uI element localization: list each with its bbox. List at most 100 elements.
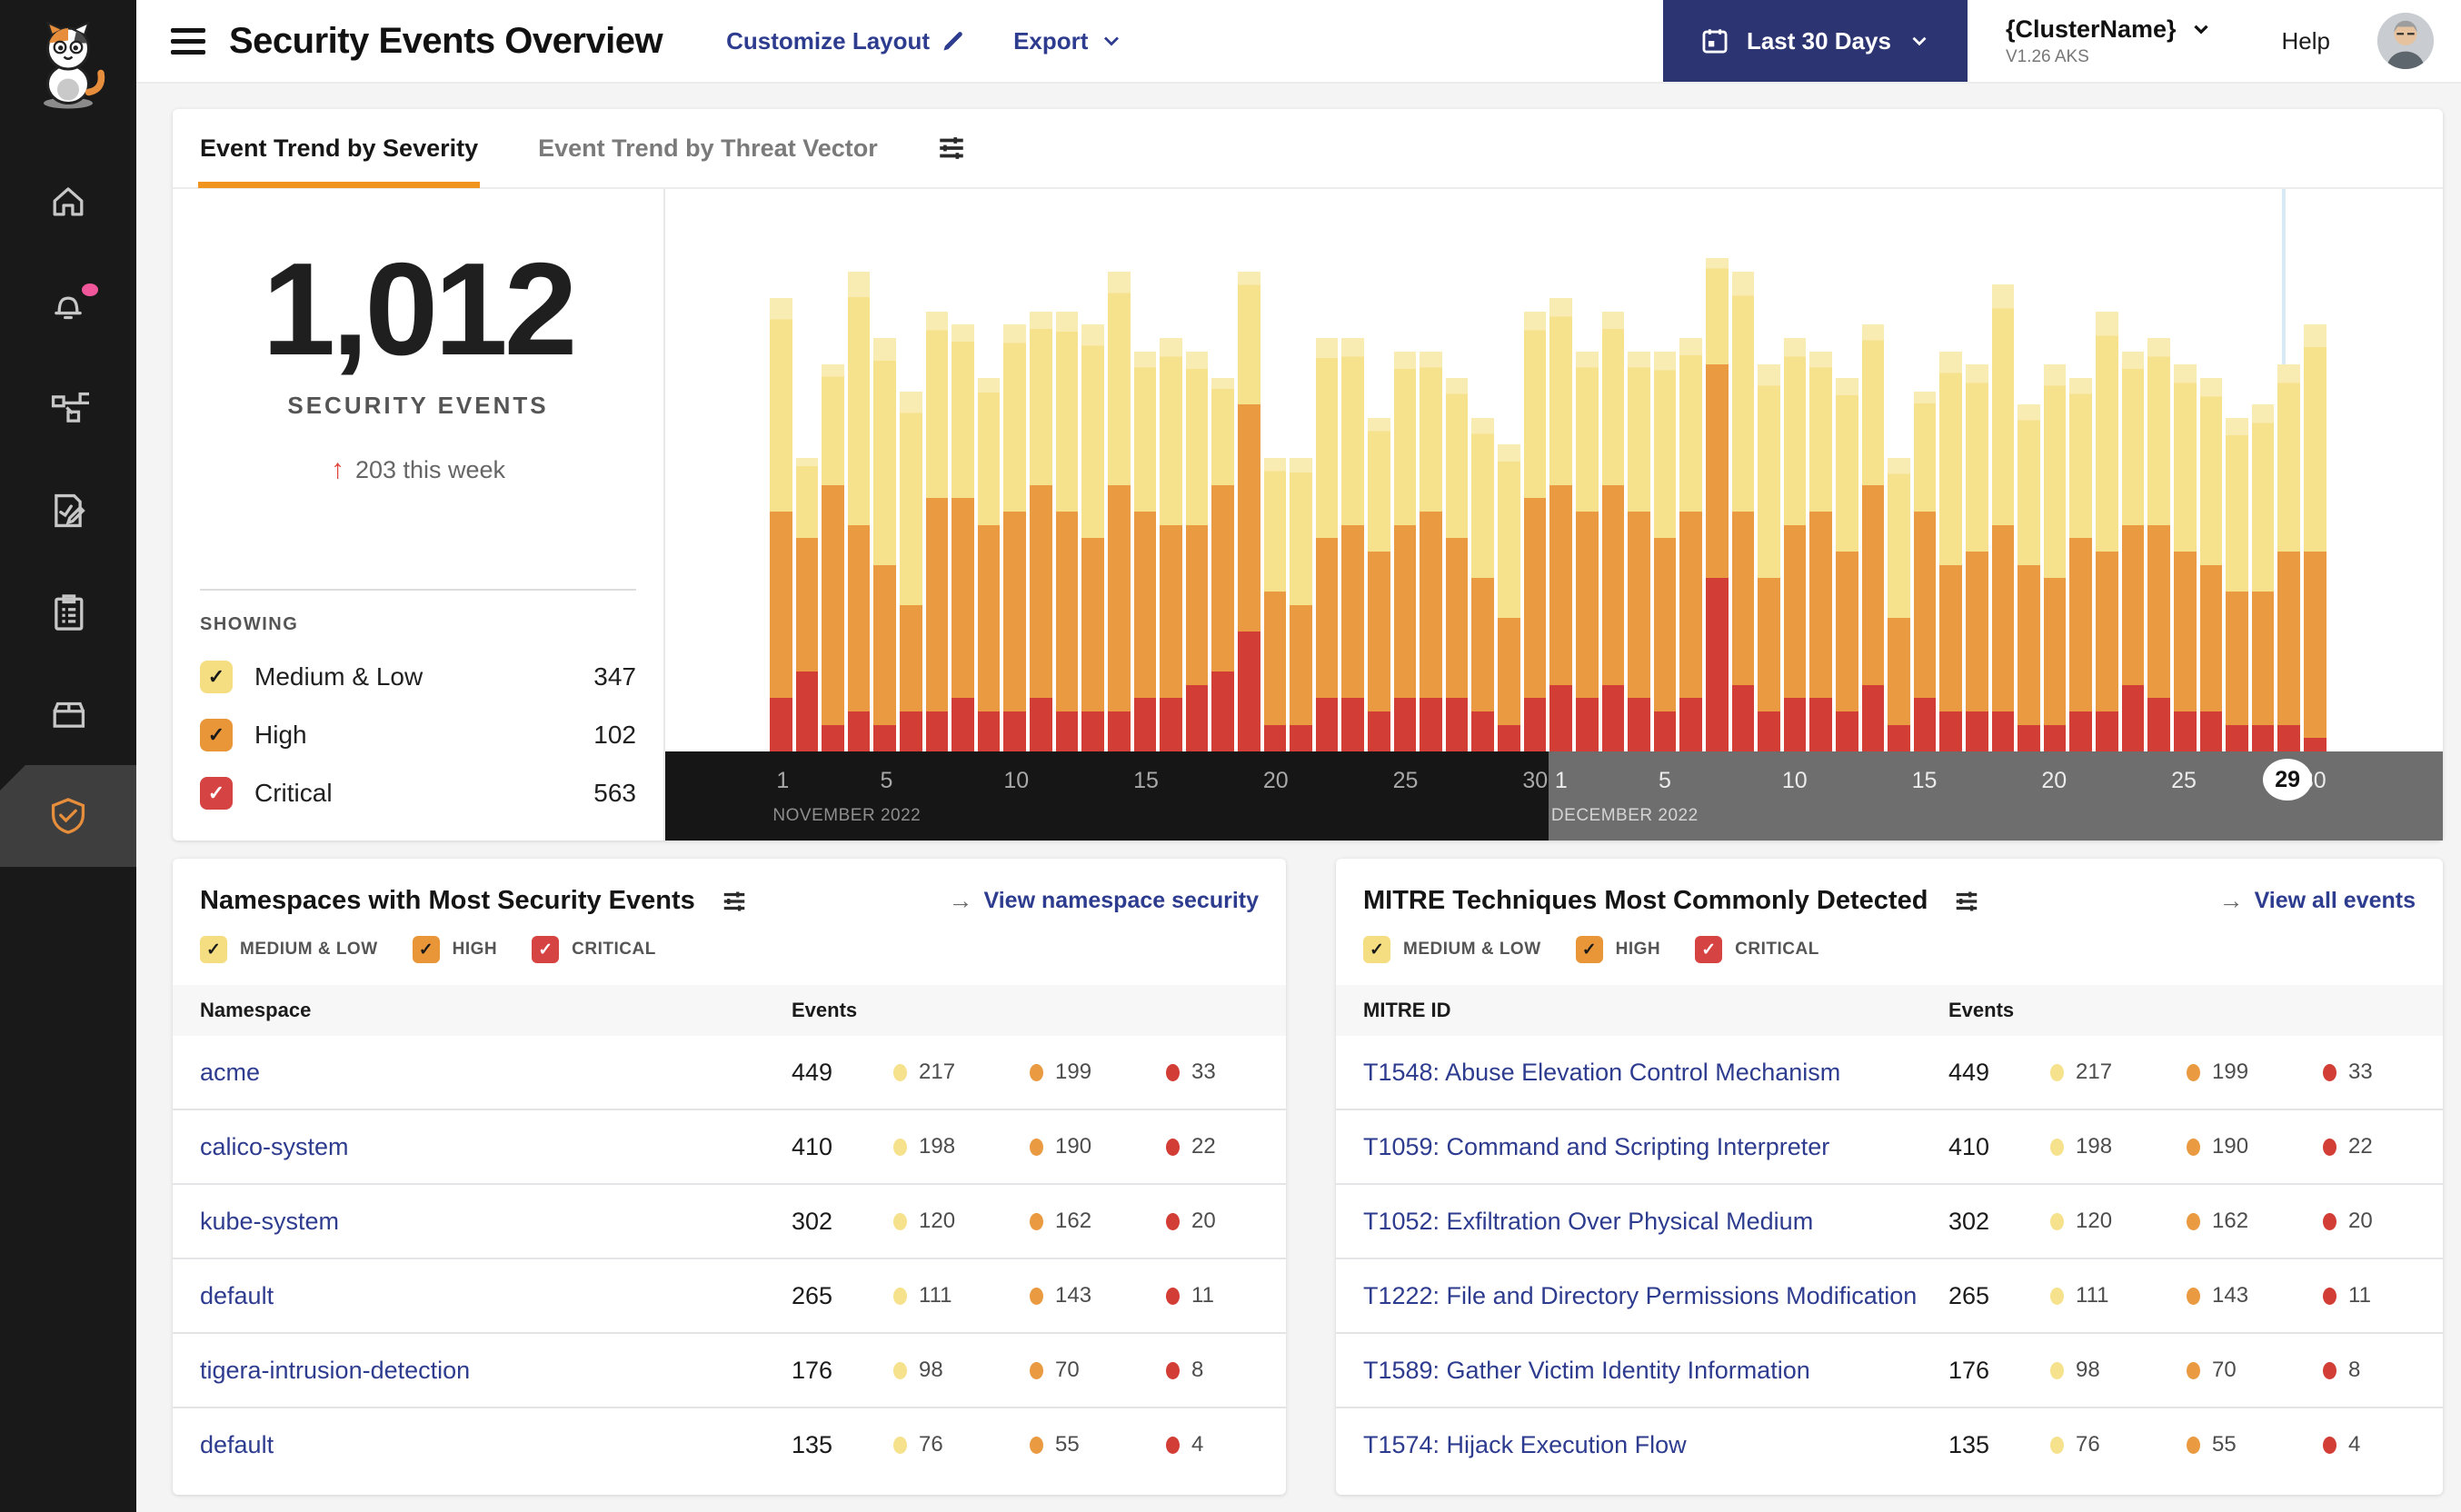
sidebar-item-service-graph[interactable] [0, 358, 136, 460]
row-link[interactable]: tigera-intrusion-detection [200, 1357, 792, 1385]
chart-x-axis: 1 5 10 15 20 25 30 NOVEMBER 2022 1 5 10 15 20 25 30 DEC… [665, 751, 2443, 841]
filter-label: MEDIUM & LOW [1403, 940, 1541, 959]
bar-nov-20 [1263, 458, 1287, 751]
events-total: 176 [1948, 1356, 1990, 1384]
sidebar-item-threat-defense[interactable] [0, 765, 136, 867]
row-link[interactable]: default [200, 1431, 792, 1459]
namespaces-filter-critical[interactable]: ✓ CRITICAL [532, 936, 656, 963]
view-all-events-link[interactable]: → View all events [2219, 887, 2416, 915]
filter-sliders-icon[interactable] [721, 888, 748, 915]
severity-legend: ✓ Medium & Low 347 ✓ High 102 ✓ Critical 563 [200, 661, 636, 810]
high-checkbox[interactable]: ✓ [412, 936, 440, 963]
critical-count: 33 [2323, 1059, 2430, 1085]
cluster-version: V1.26 AKS [2005, 46, 2089, 66]
medium_low-checkbox[interactable]: ✓ [200, 936, 227, 963]
namespaces-panel-title: Namespaces with Most Security Events [200, 886, 695, 915]
namespaces-panel: Namespaces with Most Security Events → V… [173, 859, 1286, 1495]
threat-defense-shield-icon [51, 798, 85, 834]
bar-dec-4 [1628, 351, 1650, 751]
row-link[interactable]: default [200, 1282, 792, 1310]
sidebar-item-compliance[interactable] [0, 562, 136, 663]
bar-dec-6 [1679, 338, 1702, 751]
namespaces-filter-medium_low[interactable]: ✓ MEDIUM & LOW [200, 936, 378, 963]
row-link[interactable]: T1548: Abuse Elevation Control Mechanism [1363, 1059, 1948, 1087]
bar-dec-24 [2147, 338, 2170, 751]
showing-heading: SHOWING [200, 614, 299, 634]
critical-count: 11 [1166, 1283, 1273, 1308]
critical-checkbox[interactable]: ✓ [200, 777, 233, 810]
critical-count: 22 [2323, 1134, 2430, 1159]
date-range-button[interactable]: Last 30 Days [1662, 0, 1968, 82]
critical-dot-icon [2323, 1212, 2336, 1230]
sidebar-item-alerts[interactable] [0, 256, 136, 358]
bar-dec-13 [1861, 324, 1885, 751]
pencil-icon [943, 32, 962, 51]
medium-low-count: 76 [893, 1432, 1030, 1457]
row-link[interactable]: T1222: File and Directory Permissions Mo… [1363, 1282, 1948, 1310]
sidebar [0, 0, 136, 1512]
medium-low-dot-icon [2050, 1138, 2064, 1156]
user-avatar[interactable] [2377, 13, 2434, 69]
high-dot-icon [1030, 1212, 1043, 1230]
bar-nov-18 [1211, 378, 1234, 751]
sidebar-item-workloads[interactable] [0, 663, 136, 765]
chart-settings-sliders-icon[interactable] [936, 133, 967, 164]
mitre-table-header: MITRE ID Events [1336, 985, 2443, 1036]
medium-low-dot-icon [2050, 1287, 2064, 1305]
sidebar-item-policies[interactable] [0, 460, 136, 562]
mitre-filter-high[interactable]: ✓ HIGH [1575, 936, 1661, 963]
legend-label: Medium & Low [254, 662, 423, 691]
view-namespace-security-link[interactable]: → View namespace security [949, 887, 1260, 915]
critical-checkbox[interactable]: ✓ [532, 936, 560, 963]
axis-tick-layer: 1 5 10 15 20 25 30 NOVEMBER 2022 1 5 10 15 20 25 30 DEC… [770, 751, 2326, 841]
mitre-table-row: T1222: File and Directory Permissions Mo… [1336, 1258, 2443, 1332]
export-label: Export [1013, 26, 1089, 55]
bar-dec-23 [2121, 351, 2145, 751]
medium-low-dot-icon [893, 1287, 907, 1305]
medium_low-checkbox[interactable]: ✓ [200, 661, 233, 693]
row-link[interactable]: acme [200, 1059, 792, 1087]
row-link[interactable]: kube-system [200, 1208, 792, 1236]
sidebar-item-home[interactable] [0, 154, 136, 256]
hamburger-menu-icon[interactable] [171, 27, 205, 55]
high-checkbox[interactable]: ✓ [1575, 936, 1603, 963]
axis-tick-nov-25: 25 [1392, 768, 1419, 793]
namespaces-filter-high[interactable]: ✓ HIGH [412, 936, 498, 963]
row-link[interactable]: T1589: Gather Victim Identity Informatio… [1363, 1357, 1948, 1385]
mitre-filter-medium_low[interactable]: ✓ MEDIUM & LOW [1363, 936, 1541, 963]
tab-event-trend-by-threat-vector[interactable]: Event Trend by Threat Vector [536, 110, 880, 186]
row-link[interactable]: T1052: Exfiltration Over Physical Medium [1363, 1208, 1948, 1236]
legend-item-critical: ✓ Critical 563 [200, 777, 636, 810]
cluster-selector[interactable]: {ClusterName} V1.26 AKS [2006, 15, 2213, 67]
mitre-filter-critical[interactable]: ✓ CRITICAL [1695, 936, 1819, 963]
bar-nov-10 [1003, 324, 1027, 751]
row-link[interactable]: calico-system [200, 1133, 792, 1161]
calico-cat-logo[interactable] [0, 16, 136, 116]
high-count: 190 [1030, 1134, 1166, 1159]
filter-sliders-icon[interactable] [1953, 888, 1980, 915]
customize-layout-button[interactable]: Customize Layout [726, 27, 966, 55]
row-link[interactable]: T1574: Hijack Execution Flow [1363, 1431, 1948, 1459]
critical-checkbox[interactable]: ✓ [1695, 936, 1723, 963]
high-count: 199 [2187, 1059, 2323, 1085]
medium_low-checkbox[interactable]: ✓ [1363, 936, 1390, 963]
bar-dec-22 [2096, 311, 2118, 751]
compliance-clipboard-icon [55, 594, 84, 631]
export-button[interactable]: Export [1013, 27, 1124, 55]
critical-count: 11 [2323, 1283, 2430, 1308]
bar-nov-12 [1055, 311, 1079, 751]
critical-count: 22 [1166, 1134, 1273, 1159]
row-link[interactable]: T1059: Command and Scripting Interpreter [1363, 1133, 1948, 1161]
high-dot-icon [1030, 1063, 1043, 1081]
high-dot-icon [1030, 1436, 1043, 1454]
event-trend-card: Event Trend by Severity Event Trend by Th… [173, 109, 2443, 841]
events-total: 410 [792, 1132, 833, 1160]
tab-event-trend-by-severity[interactable]: Event Trend by Severity [198, 110, 481, 188]
high-checkbox[interactable]: ✓ [200, 719, 233, 751]
sidebar-nav [0, 154, 136, 867]
help-link[interactable]: Help [2282, 27, 2330, 55]
high-dot-icon [1030, 1138, 1043, 1156]
chart-tabs: Event Trend by Severity Event Trend by Th… [173, 109, 2443, 189]
total-events-count: 1,012 [262, 235, 578, 383]
app-root: Security Events Overview Customize Layou… [0, 0, 2461, 1512]
